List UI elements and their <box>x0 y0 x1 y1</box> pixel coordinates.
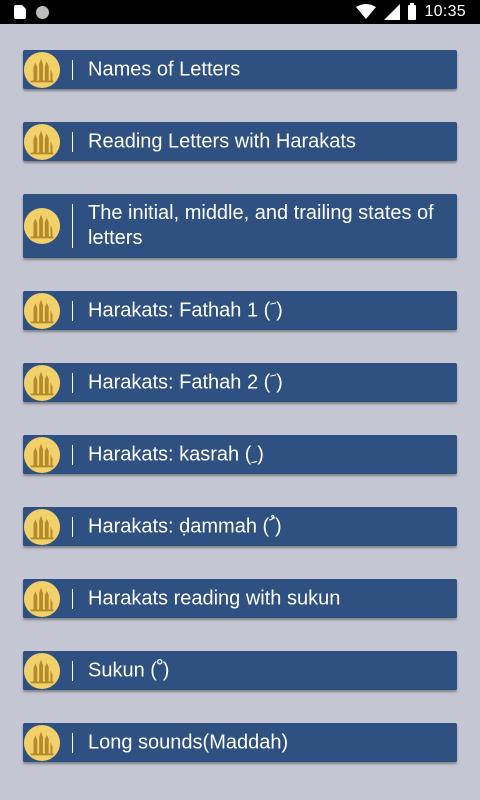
item-separator <box>72 660 73 681</box>
menu-item-dammah[interactable]: Harakats: ḍammah ( ُ) <box>23 507 457 546</box>
mosque-logo-icon <box>23 123 61 160</box>
menu-item-letter-states[interactable]: The initial, middle, and trailing states… <box>23 194 457 258</box>
status-left <box>14 4 49 20</box>
menu-item-reading-with-harakats[interactable]: Reading Letters with Harakats <box>23 122 457 161</box>
menu-item-reading-with-sukun[interactable]: Harakats reading with sukun <box>23 579 457 618</box>
battery-icon <box>408 2 417 20</box>
menu-item-long-sounds[interactable]: Long sounds(Maddah) <box>23 723 457 762</box>
menu-item-label: Harakats: ḍammah ( ُ) <box>88 515 282 537</box>
menu-item-fathah-1[interactable]: Harakats: Fathah 1 ( َ) <box>23 291 457 330</box>
signal-icon <box>384 4 401 20</box>
item-separator <box>72 588 73 609</box>
menu-item-label: Harakats: Fathah 1 ( َ) <box>88 299 283 321</box>
status-time: 10:35 <box>424 3 466 20</box>
item-separator <box>72 204 73 248</box>
mosque-logo-icon <box>23 724 61 761</box>
mosque-logo-icon <box>23 652 61 689</box>
mosque-logo-icon <box>23 51 61 88</box>
notification-dot-icon <box>36 5 49 19</box>
item-separator <box>72 131 73 152</box>
mosque-logo-icon <box>23 508 61 545</box>
menu-item-label: Sukun ( ْ) <box>88 659 170 681</box>
mosque-logo-icon <box>23 580 61 617</box>
status-right: 10:35 <box>356 2 466 21</box>
menu-item-label: Harakats: kasrah ( ِ) <box>88 443 264 465</box>
menu-item-label: Harakats reading with sukun <box>88 587 341 609</box>
mosque-logo-icon <box>23 364 61 401</box>
mosque-logo-icon <box>23 207 61 245</box>
item-separator <box>72 372 73 393</box>
wifi-icon <box>356 4 377 19</box>
menu-item-label: Long sounds(Maddah) <box>88 731 289 753</box>
mosque-logo-icon <box>23 436 61 473</box>
status-bar: 10:35 <box>0 0 480 24</box>
sim-card-icon <box>14 5 26 19</box>
item-separator <box>72 300 73 321</box>
menu-item-sukun[interactable]: Sukun ( ْ) <box>23 651 457 690</box>
item-separator <box>72 732 73 753</box>
item-separator <box>72 516 73 537</box>
menu-item-label: Reading Letters with Harakats <box>88 130 356 152</box>
item-separator <box>72 59 73 80</box>
mosque-logo-icon <box>23 292 61 329</box>
menu-item-names-of-letters[interactable]: Names of Letters <box>23 50 457 89</box>
menu-item-kasrah[interactable]: Harakats: kasrah ( ِ) <box>23 435 457 474</box>
item-separator <box>72 444 73 465</box>
menu-item-label: The initial, middle, and trailing states… <box>88 202 434 249</box>
menu-item-label: Names of Letters <box>88 58 241 80</box>
menu-item-fathah-2[interactable]: Harakats: Fathah 2 ( َ) <box>23 363 457 402</box>
menu-item-label: Harakats: Fathah 2 ( َ) <box>88 371 283 393</box>
